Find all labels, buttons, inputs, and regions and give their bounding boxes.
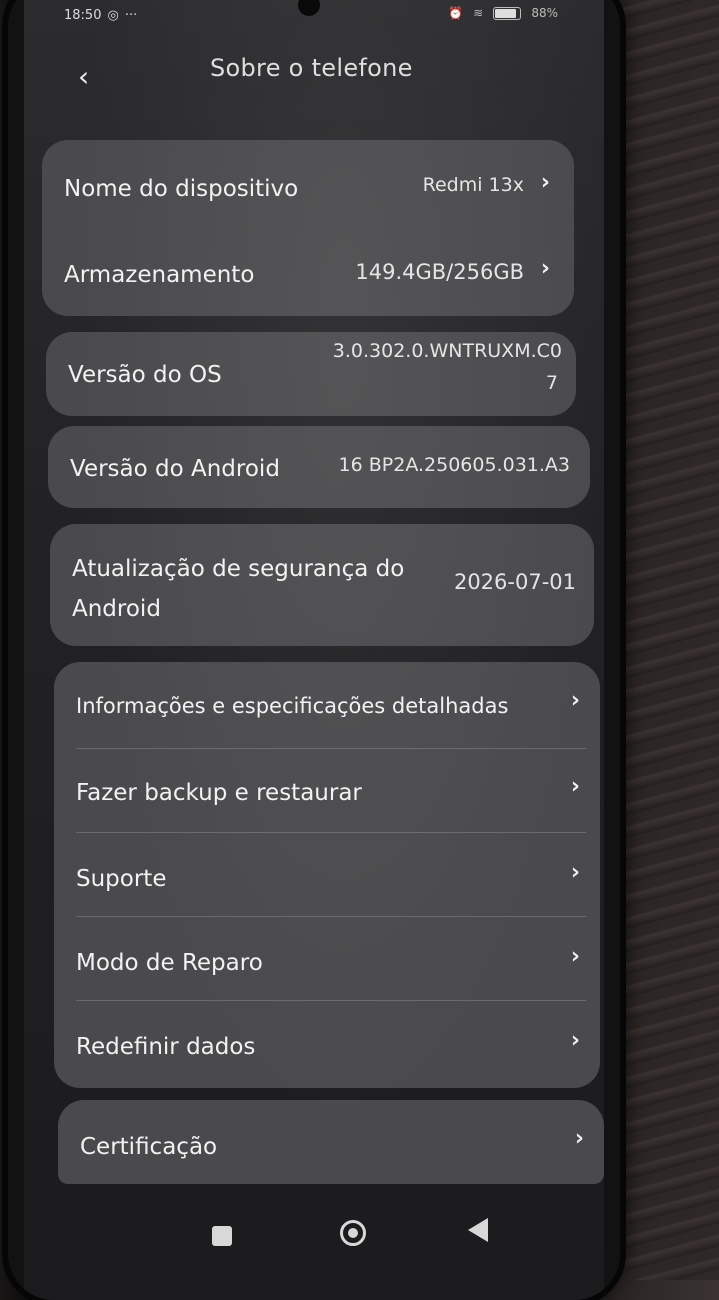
certification-card[interactable]: Certificação › bbox=[58, 1100, 604, 1184]
back-button[interactable]: ‹ bbox=[78, 60, 89, 93]
alarm-icon: ⏰ bbox=[448, 6, 464, 20]
menu-item-label: Suporte bbox=[76, 866, 167, 892]
android-version-value: 16 BP2A.250605.031.A3 bbox=[338, 454, 570, 476]
android-version-label: Versão do Android bbox=[70, 456, 280, 482]
android-version-card: Versão do Android 16 BP2A.250605.031.A3 bbox=[48, 426, 590, 508]
whatsapp-icon: ◎ bbox=[107, 8, 119, 23]
status-bar-right: ⏰ ≋ 88% bbox=[448, 6, 558, 20]
chevron-right-icon: › bbox=[570, 1028, 580, 1053]
storage-row[interactable]: Armazenamento 149.4GB/256GB › bbox=[42, 230, 574, 316]
chevron-right-icon: › bbox=[540, 170, 550, 195]
recent-apps-button[interactable] bbox=[212, 1226, 232, 1246]
chevron-right-icon: › bbox=[570, 944, 580, 969]
menu-item-repair-mode[interactable]: Modo de Reparo › bbox=[54, 916, 600, 1000]
menu-item-label: Fazer backup e restaurar bbox=[76, 780, 362, 806]
device-name-row[interactable]: Nome do dispositivo Redmi 13x › bbox=[42, 140, 574, 230]
os-version-value-line2: 7 bbox=[545, 372, 558, 394]
phone-frame: 18:50 ◎ ··· ⏰ ≋ 88% ‹ Sobre o telefone N… bbox=[8, 0, 620, 1300]
certification-label: Certificação bbox=[80, 1134, 218, 1160]
os-version-card: Versão do OS 3.0.302.0.WNTRUXM.C0 7 bbox=[46, 332, 576, 416]
device-name-label: Nome do dispositivo bbox=[64, 176, 299, 202]
nav-back-button[interactable] bbox=[468, 1218, 488, 1242]
status-bar-left: 18:50 ◎ ··· bbox=[64, 8, 137, 23]
status-time: 18:50 bbox=[64, 8, 102, 23]
menu-item-support[interactable]: Suporte › bbox=[54, 832, 600, 916]
menu-item-label: Redefinir dados bbox=[76, 1034, 256, 1060]
menu-item-label: Modo de Reparo bbox=[76, 950, 263, 976]
chevron-right-icon: › bbox=[570, 688, 580, 713]
security-update-card: Atualização de segurança do Android 2026… bbox=[50, 524, 594, 646]
os-version-value-line1: 3.0.302.0.WNTRUXM.C0 bbox=[332, 340, 562, 362]
chevron-right-icon: › bbox=[540, 256, 550, 281]
home-button[interactable] bbox=[340, 1220, 366, 1246]
phone-screen: 18:50 ◎ ··· ⏰ ≋ 88% ‹ Sobre o telefone N… bbox=[24, 0, 604, 1300]
settings-menu-card: Informações e especificações detalhadas … bbox=[54, 662, 600, 1088]
more-notifications-icon: ··· bbox=[124, 8, 138, 23]
storage-value: 149.4GB/256GB bbox=[355, 260, 524, 284]
battery-icon bbox=[493, 6, 522, 20]
chevron-left-icon: ‹ bbox=[78, 60, 90, 93]
background-fabric bbox=[609, 0, 719, 1280]
security-label-line2: Android bbox=[72, 596, 161, 622]
device-name-value: Redmi 13x bbox=[422, 174, 524, 196]
device-info-card: Nome do dispositivo Redmi 13x › Armazena… bbox=[42, 140, 574, 316]
menu-item-reset-data[interactable]: Redefinir dados › bbox=[54, 1000, 600, 1088]
menu-item-label: Informações e especificações detalhadas bbox=[76, 694, 509, 718]
wifi-icon: ≋ bbox=[473, 6, 484, 20]
security-label-line1: Atualização de segurança do bbox=[72, 556, 405, 582]
chevron-right-icon: › bbox=[574, 1126, 584, 1151]
os-version-label: Versão do OS bbox=[68, 362, 222, 388]
chevron-right-icon: › bbox=[570, 860, 580, 885]
menu-item-detailed-specs[interactable]: Informações e especificações detalhadas … bbox=[54, 662, 600, 748]
storage-label: Armazenamento bbox=[64, 262, 255, 288]
security-value: 2026-07-01 bbox=[453, 570, 576, 594]
battery-percent: 88% bbox=[531, 6, 558, 20]
menu-item-backup[interactable]: Fazer backup e restaurar › bbox=[54, 748, 600, 832]
page-title: Sobre o telefone bbox=[210, 54, 413, 82]
front-camera bbox=[298, 0, 320, 16]
chevron-right-icon: › bbox=[570, 774, 580, 799]
